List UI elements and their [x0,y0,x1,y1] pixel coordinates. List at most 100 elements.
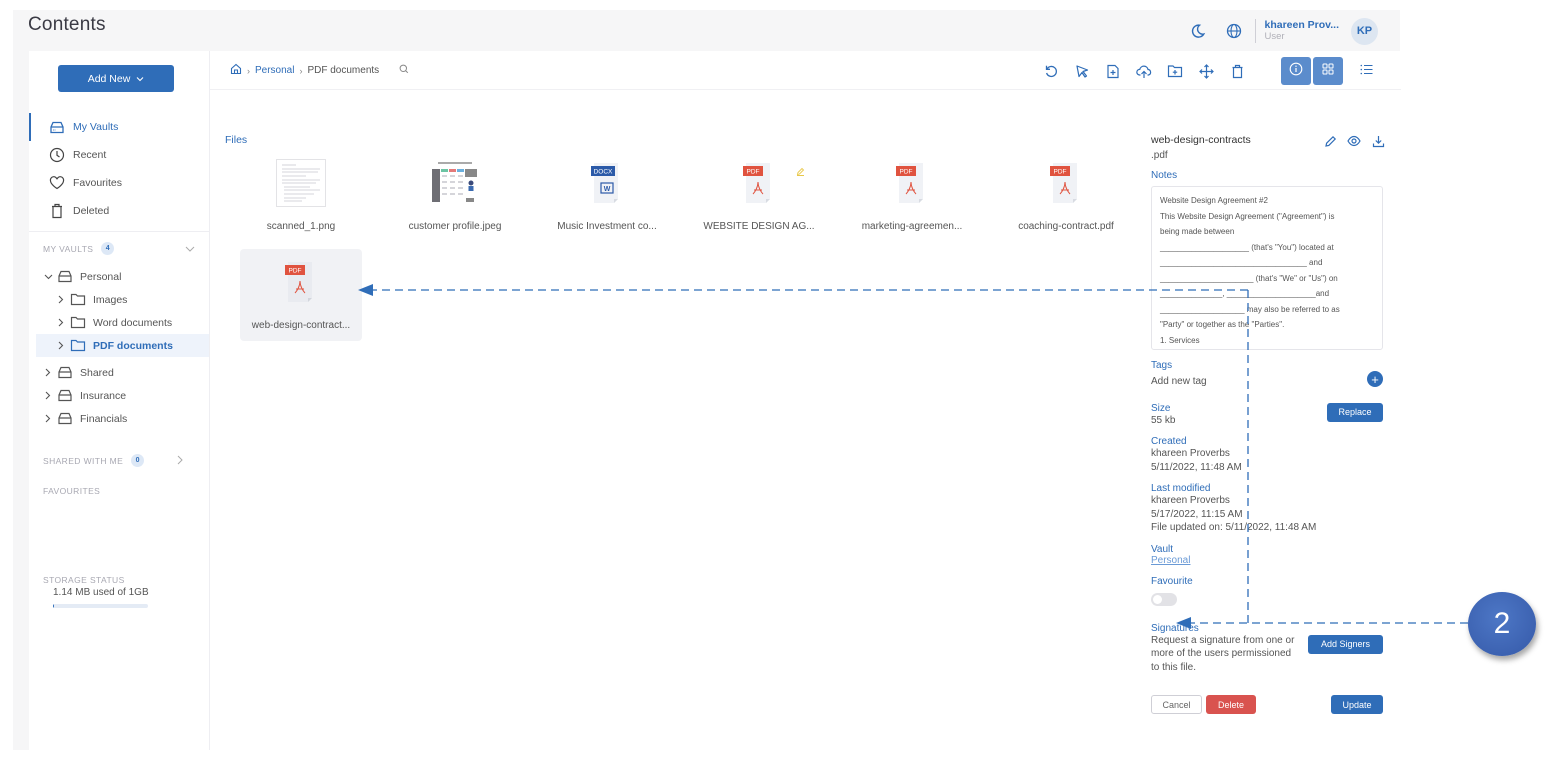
list-view-button[interactable] [1351,57,1381,85]
file-item[interactable]: PDF coaching-contract.pdf [1005,150,1127,242]
edit-pencil-icon[interactable] [1323,134,1337,148]
tree-item-personal[interactable]: Personal [29,265,209,288]
tree-item-images[interactable]: Images [29,288,209,311]
user-info[interactable]: khareen Prov... User [1264,19,1339,43]
grid-view-button[interactable] [1313,57,1343,85]
new-folder-icon[interactable] [1167,63,1183,79]
tree-item-pdf-documents[interactable]: PDF documents [36,334,209,357]
replace-button[interactable]: Replace [1327,402,1383,422]
refresh-icon[interactable] [1043,63,1059,79]
created-by: khareen Proverbs [1151,448,1230,459]
file-item[interactable]: customer profile.jpeg [394,150,516,242]
favourite-toggle[interactable] [1151,592,1177,606]
step-number-badge: 2 [1468,592,1536,656]
file-item[interactable]: DOCX W Music Investment co... [546,150,668,242]
view-eye-icon[interactable] [1347,134,1361,148]
pdf-label: PDF [289,268,302,275]
breadcrumb-separator: › [247,65,250,76]
favourites-header[interactable]: FAVOURITES [43,486,100,496]
delete-trash-icon[interactable] [1229,63,1245,79]
delete-button[interactable]: Delete [1206,695,1256,714]
vault-icon [57,389,73,403]
tags-label: Tags [1151,360,1173,371]
file-name: coaching-contract.pdf [1018,221,1114,232]
tree-item-shared[interactable]: Shared [29,361,209,384]
shared-with-me-header[interactable]: SHARED WITH ME 0 [43,454,183,467]
sidebar-item-my-vaults[interactable]: My Vaults [29,113,209,141]
breadcrumb-pdf-documents: PDF documents [307,65,380,76]
add-new-button[interactable]: Add New [58,65,174,92]
move-arrows-icon[interactable] [1198,63,1214,79]
file-name: customer profile.jpeg [408,221,502,232]
shared-with-me-label: SHARED WITH ME [43,455,124,466]
my-vaults-label: MY VAULTS [43,243,94,254]
chevron-right-icon[interactable] [56,341,66,351]
details-actions [1323,134,1385,148]
signatures-label: Signatures [1151,622,1199,634]
user-role: User [1264,31,1285,42]
heart-icon [49,175,65,191]
upload-cloud-icon[interactable] [1136,63,1152,79]
chevron-right-icon[interactable] [43,368,53,378]
file-details-panel: web-design-contracts .pdf Notes Website … [1151,134,1385,715]
plus-icon: + [1371,371,1379,387]
search-icon[interactable] [399,64,409,77]
chevron-down-icon[interactable] [185,244,195,254]
download-icon[interactable] [1371,134,1385,148]
editing-pencil-icon[interactable] [796,163,805,181]
chevron-right-icon[interactable] [43,391,53,401]
storage-progress-bar [53,604,148,608]
file-item-selected[interactable]: PDF web-design-contract... [240,249,362,341]
breadcrumb-personal[interactable]: Personal [255,65,294,76]
add-new-label: Add New [87,72,131,85]
pdf-file-icon: PDF [276,257,326,307]
file-item[interactable]: PDF WEBSITE DESIGN AG... [698,150,820,242]
file-updated-on: File updated on: 5/11/2022, 11:48 AM [1151,522,1317,533]
avatar[interactable]: KP [1351,17,1378,45]
vault-label: Vault [1151,543,1174,555]
topbar: khareen Prov... User KP [1171,15,1378,47]
sidebar-nav: My Vaults Recent Favourites Deleted [29,113,209,225]
sidebar-item-recent[interactable]: Recent [29,141,209,169]
storage-usage-text: 1.14 MB used of 1GB [53,587,149,598]
sidebar: Add New My Vaults Recent Favourites Dele… [29,51,209,750]
my-vaults-header[interactable]: MY VAULTS 4 [43,242,195,255]
sidebar-item-favourites[interactable]: Favourites [29,169,209,197]
notes-textarea[interactable]: Website Design Agreement #2 This Website… [1151,186,1383,350]
update-button[interactable]: Update [1331,695,1383,714]
info-view-button[interactable] [1281,57,1311,85]
file-item[interactable]: scanned_1.png [240,150,362,242]
vault-icon [57,270,73,284]
tags-input[interactable]: Add new tag [1151,375,1385,389]
tree-item-financials[interactable]: Financials [29,407,209,430]
globe-language-icon[interactable] [1225,22,1243,40]
files-section-label: Files [225,134,248,146]
chevron-right-icon[interactable] [56,295,66,305]
pdf-label: PDF [747,169,760,176]
modified-by: khareen Proverbs [1151,495,1230,506]
home-icon[interactable] [230,63,242,78]
vault-link[interactable]: Personal [1151,555,1385,566]
new-file-icon[interactable] [1105,63,1121,79]
vault-icon [57,366,73,380]
sidebar-item-deleted[interactable]: Deleted [29,197,209,225]
file-name: scanned_1.png [266,221,336,232]
tree-item-label: Word documents [93,316,173,329]
chevron-right-icon[interactable] [177,455,183,467]
add-tag-button[interactable]: + [1367,371,1383,387]
chevron-right-icon[interactable] [56,318,66,328]
select-cursor-icon[interactable] [1074,63,1090,79]
chevron-down-icon[interactable] [43,272,53,282]
last-modified-label: Last modified [1151,483,1211,494]
cancel-button[interactable]: Cancel [1151,695,1202,714]
tree-item-word-documents[interactable]: Word documents [29,311,209,334]
chevron-right-icon[interactable] [43,414,53,424]
docx-label: DOCX [594,169,613,176]
tree-item-insurance[interactable]: Insurance [29,384,209,407]
vault-tree: Personal Images Word documents PDF docum… [29,265,209,430]
add-signers-button[interactable]: Add Signers [1308,634,1383,654]
file-item[interactable]: PDF marketing-agreemen... [851,150,973,242]
dark-mode-moon-icon[interactable] [1189,22,1207,40]
folder-icon [70,339,86,353]
shared-count-badge: 0 [131,454,145,467]
